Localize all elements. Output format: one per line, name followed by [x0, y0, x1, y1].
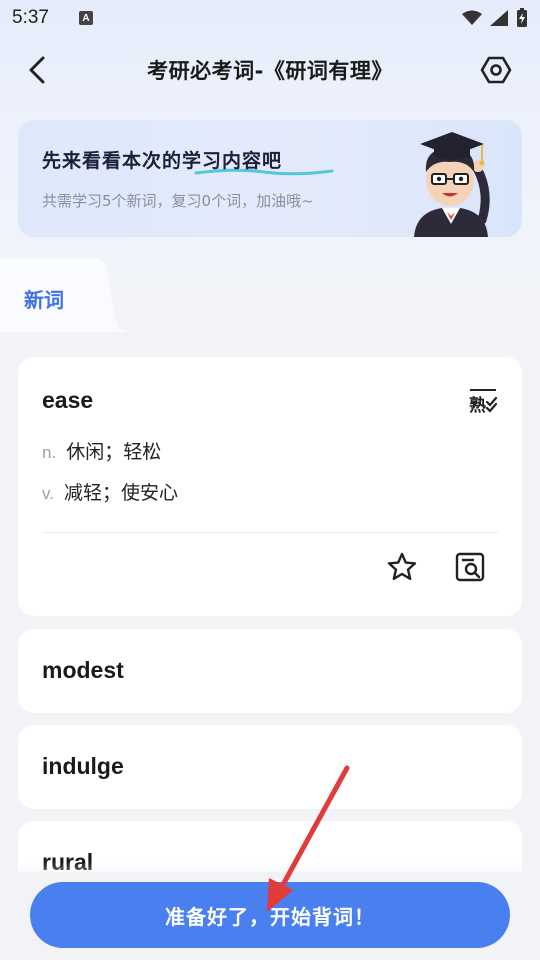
signal-icon: [490, 10, 508, 26]
word-text: indulge: [42, 753, 124, 779]
top-nav: 考研必考词-《研词有理》: [0, 44, 540, 96]
word-text: modest: [42, 657, 124, 683]
word-card[interactable]: indulge: [18, 725, 522, 809]
definition-line: n. 休闲；轻松: [42, 437, 161, 464]
tab-strip: 新词: [0, 258, 540, 338]
banner-subtitle: 共需学习5个新词，复习0个词，加油哦~: [42, 192, 314, 210]
status-time: 5:37: [12, 7, 49, 28]
start-learning-button[interactable]: 准备好了，开始背词！: [30, 882, 510, 948]
definition-text: 休闲；轻松: [66, 441, 162, 463]
part-of-speech: n.: [42, 443, 57, 462]
lookup-icon[interactable]: [454, 551, 486, 583]
word-text: ease: [42, 387, 94, 413]
star-icon[interactable]: [386, 551, 418, 583]
back-chevron-icon[interactable]: [22, 54, 54, 86]
tab-background: [0, 258, 540, 338]
status-bar: 5:37 A: [0, 0, 540, 36]
banner-headline: 先来看看本次的学习内容吧: [42, 150, 283, 172]
definition-text: 减轻；使安心: [63, 482, 178, 504]
definition-line: v. 减轻；使安心: [42, 478, 178, 505]
tab-new-words[interactable]: 新词: [24, 284, 64, 313]
mark-known-icon[interactable]: 熟: [468, 387, 498, 417]
wifi-icon: [462, 10, 482, 25]
card-divider: [42, 532, 498, 533]
word-card-expanded[interactable]: ease 熟 n. 休闲；轻松 v. 减轻；使安心: [18, 357, 522, 616]
known-glyph: 熟: [469, 395, 486, 416]
status-icons: [462, 8, 528, 28]
page-title: 考研必考词-《研词有理》: [147, 59, 393, 83]
study-summary-banner: 先来看看本次的学习内容吧 共需学习5个新词，复习0个词，加油哦~: [18, 120, 522, 237]
graduate-mascot: [414, 132, 490, 237]
settings-hexagon-icon[interactable]: [480, 54, 512, 86]
word-list: ease 熟 n. 休闲；轻松 v. 减轻；使安心 modest indulge: [0, 332, 540, 872]
battery-icon: [517, 8, 527, 27]
a-notification-icon: A: [78, 11, 93, 25]
word-card[interactable]: modest: [18, 629, 522, 713]
part-of-speech: v.: [42, 484, 54, 503]
